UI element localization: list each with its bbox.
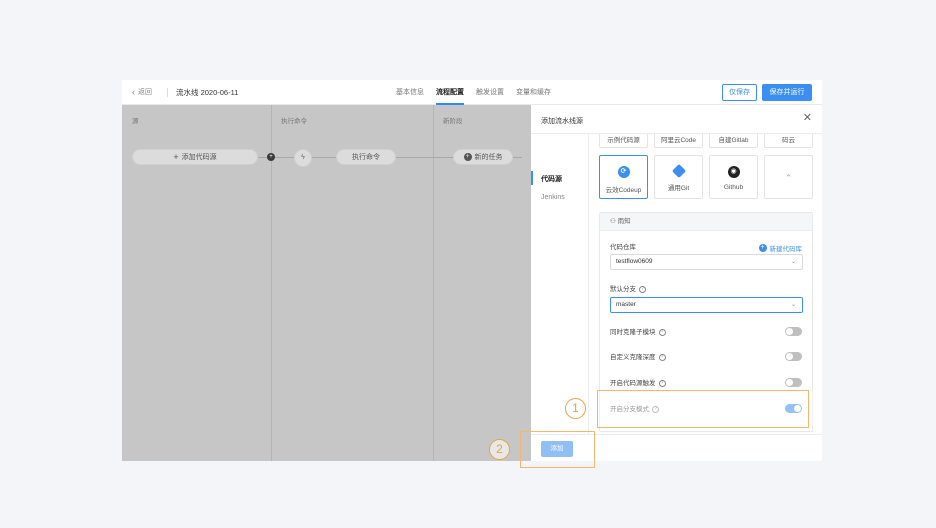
column-title-new-stage: 新阶段	[443, 118, 463, 125]
source-card-label: 通用Git	[667, 185, 690, 192]
tab-variables-cache[interactable]: 变量和缓存	[516, 80, 551, 105]
highlight-box-add	[520, 431, 595, 468]
save-only-button[interactable]: 仅保存	[722, 84, 757, 101]
add-stage-plus-icon[interactable]: +	[267, 153, 275, 161]
account-name: 雨知	[617, 218, 631, 225]
pipeline-canvas: 源 执行命令 新阶段 + 添加代码源 + ϟ 执行命令 + 新的任务	[122, 105, 531, 461]
add-source-button[interactable]: + 添加代码源	[132, 149, 258, 165]
nav-tabs: 基本信息 流程配置 触发设置 变量和缓存	[396, 80, 551, 105]
chevron-left-icon: ‹	[132, 86, 135, 97]
user-icon: ⚇	[610, 218, 616, 225]
repo-value: testflow0609	[616, 258, 653, 265]
source-card-gitlab[interactable]: 自建Gitlab	[709, 134, 758, 148]
new-repo-label: 新建代码库	[769, 246, 803, 253]
back-label: 返回	[138, 89, 152, 96]
source-card-git[interactable]: 通用Git	[654, 155, 703, 199]
source-trigger-toggle[interactable]	[785, 378, 802, 387]
git-icon	[671, 163, 686, 179]
new-repo-link[interactable]: + 新建代码库	[758, 243, 803, 253]
column-divider	[433, 105, 434, 461]
plus-circle-icon: +	[758, 244, 767, 252]
highlight-box-branch-mode	[597, 390, 809, 428]
source-card-github[interactable]: ◉ Github	[709, 155, 758, 199]
toggle-label: 自定义克隆深度	[610, 354, 656, 361]
lightning-icon[interactable]: ϟ	[294, 149, 312, 167]
command-label: 执行命令	[352, 154, 380, 161]
branch-value: master	[616, 301, 636, 308]
github-icon: ◉	[727, 166, 740, 178]
tab-basic-info[interactable]: 基本信息	[396, 80, 424, 105]
source-card-gitee[interactable]: 码云	[764, 134, 813, 148]
branch-input[interactable]: master ⌄	[610, 297, 803, 313]
toggle-row-clone-depth: 自定义克隆深度?	[610, 351, 666, 361]
column-title-source: 源	[132, 118, 139, 125]
source-card-label: Github	[723, 184, 744, 191]
help-icon[interactable]: ?	[658, 353, 666, 361]
column-title-command: 执行命令	[281, 118, 307, 125]
side-item-jenkins[interactable]: Jenkins	[541, 194, 565, 201]
tab-flow-config[interactable]: 流程配置	[436, 80, 464, 105]
new-task-button[interactable]: + 新的任务	[453, 149, 513, 165]
step-marker-1: 1	[565, 398, 586, 419]
back-button[interactable]: ‹ 返回	[132, 87, 152, 97]
panel-title: 添加流水线源	[541, 118, 583, 125]
panel-side-nav: 代码源 Jenkins	[531, 134, 589, 434]
toggle-label: 开启代码源触发	[610, 380, 656, 387]
close-icon[interactable]: ✕	[803, 113, 812, 124]
source-card-sample[interactable]: 示例代码源	[599, 134, 648, 148]
source-card-aliyun-code[interactable]: 阿里云Code	[654, 134, 703, 148]
branch-label: 默认分支?	[610, 283, 646, 293]
chevron-down-icon: ⌄	[790, 259, 796, 265]
step-marker-2: 2	[489, 439, 510, 460]
toggle-row-source-trigger: 开启代码源触发?	[610, 377, 666, 387]
repo-label: 代码仓库	[610, 244, 636, 251]
clone-depth-toggle[interactable]	[785, 352, 802, 361]
chevron-down-icon: ⌄	[790, 302, 796, 308]
divider	[167, 88, 168, 97]
side-item-code-source[interactable]: 代码源	[541, 174, 562, 184]
pipeline-name: 流水线 2020-06-11	[176, 88, 239, 97]
help-icon[interactable]: ?	[639, 285, 646, 293]
plus-icon: +	[173, 152, 179, 162]
repo-select[interactable]: testflow0609 ⌄	[610, 254, 803, 270]
source-card-label: 云效Codeup	[605, 187, 642, 194]
panel-header: 添加流水线源 ✕	[531, 105, 822, 134]
active-indicator	[531, 171, 533, 185]
codeup-icon: ⟳	[617, 166, 630, 178]
toggle-row-submodules: 同时克隆子模块?	[610, 326, 666, 336]
expand-more-button[interactable]: ⌃	[764, 155, 813, 199]
expand-icon: ⌃	[784, 173, 793, 183]
help-icon[interactable]: ?	[658, 379, 666, 387]
tab-trigger-settings[interactable]: 触发设置	[476, 80, 504, 105]
help-icon[interactable]: ?	[658, 328, 666, 336]
account-row: ⚇ 雨知	[600, 213, 812, 231]
add-source-label: 添加代码源	[181, 154, 217, 161]
toggle-label: 同时克隆子模块	[610, 329, 656, 336]
branch-label-text: 默认分支	[610, 286, 636, 293]
new-task-label: 新的任务	[474, 154, 503, 161]
submodules-toggle[interactable]	[785, 327, 802, 336]
plus-circle-icon: +	[463, 153, 472, 161]
source-card-codeup[interactable]: ⟳ 云效Codeup	[599, 155, 648, 199]
command-task-button[interactable]: 执行命令	[336, 149, 396, 165]
top-bar: ‹ 返回 流水线 2020-06-11 基本信息 流程配置 触发设置 变量和缓存…	[122, 80, 822, 105]
save-and-run-button[interactable]: 保存并运行	[762, 84, 812, 101]
